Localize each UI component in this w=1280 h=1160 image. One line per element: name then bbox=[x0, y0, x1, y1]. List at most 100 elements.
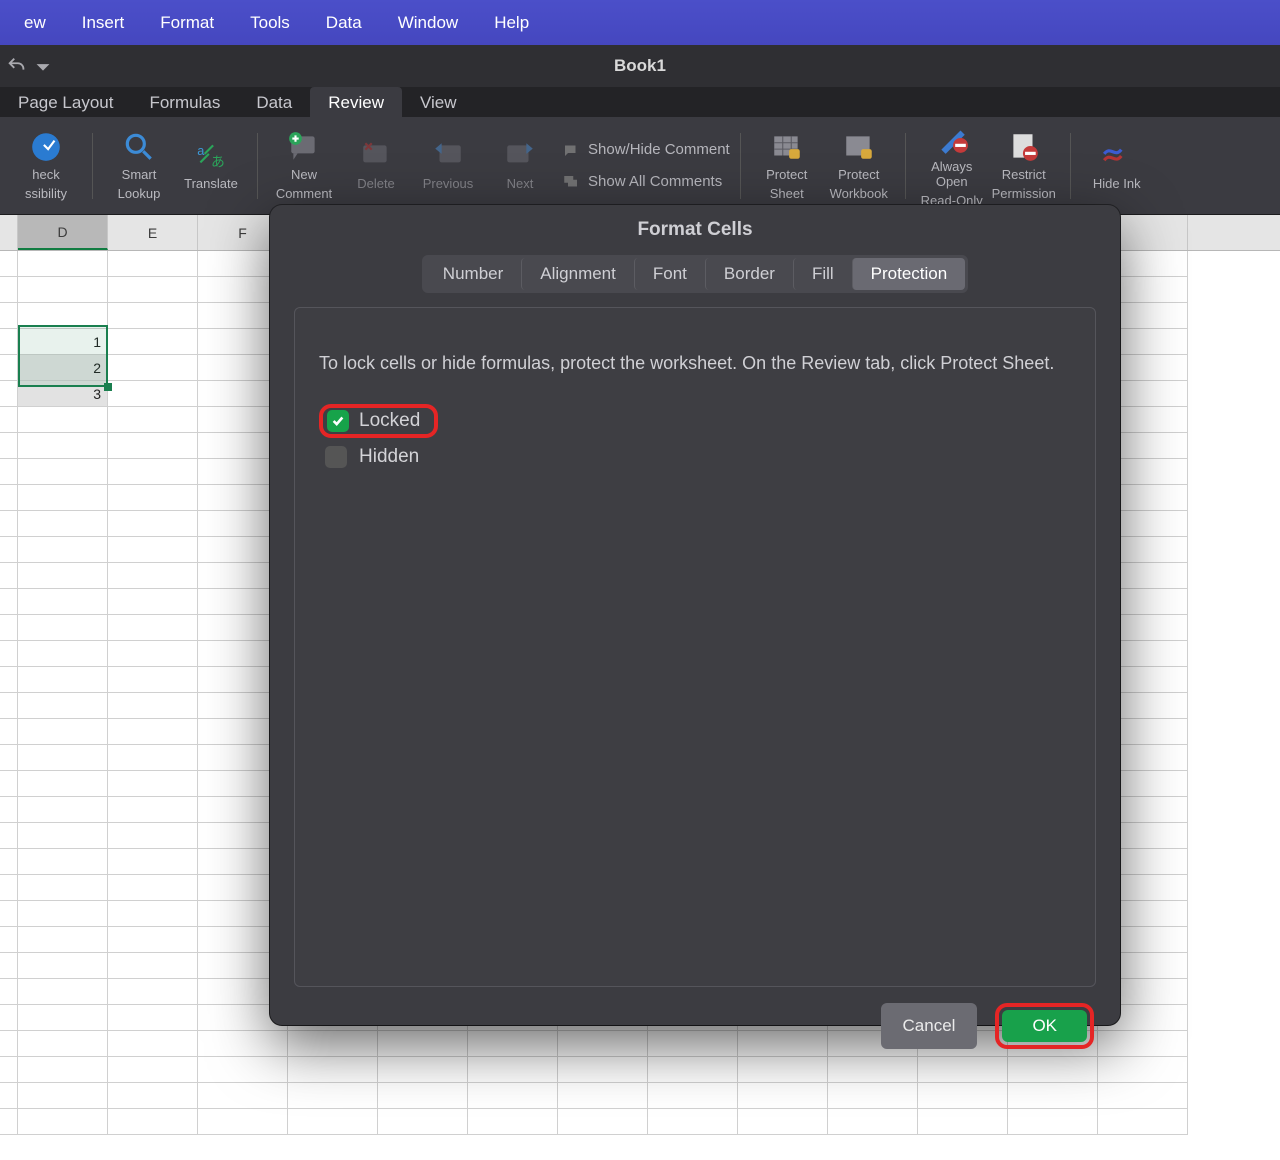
cell[interactable] bbox=[108, 1031, 198, 1057]
cell[interactable] bbox=[18, 303, 108, 329]
cell[interactable] bbox=[18, 1083, 108, 1109]
cell[interactable] bbox=[108, 797, 198, 823]
always-open-readonly-button[interactable]: Always OpenRead-Only bbox=[916, 122, 988, 209]
cell[interactable] bbox=[108, 667, 198, 693]
cell[interactable] bbox=[18, 797, 108, 823]
cell[interactable] bbox=[0, 433, 18, 459]
cell[interactable] bbox=[108, 355, 198, 381]
cell[interactable] bbox=[0, 511, 18, 537]
cell[interactable] bbox=[18, 1057, 108, 1083]
cell[interactable] bbox=[0, 1031, 18, 1057]
protect-workbook-button[interactable]: ProtectWorkbook bbox=[823, 130, 895, 202]
cell[interactable] bbox=[0, 381, 18, 407]
cell[interactable] bbox=[108, 745, 198, 771]
cell[interactable] bbox=[18, 667, 108, 693]
cell[interactable] bbox=[18, 589, 108, 615]
cell[interactable] bbox=[108, 1057, 198, 1083]
col-header-partial[interactable] bbox=[0, 215, 18, 250]
cell[interactable] bbox=[108, 433, 198, 459]
cell[interactable] bbox=[108, 953, 198, 979]
tab-alignment[interactable]: Alignment bbox=[521, 258, 634, 290]
cell[interactable] bbox=[108, 979, 198, 1005]
tab-page-layout[interactable]: Page Layout bbox=[0, 87, 131, 117]
cell[interactable] bbox=[288, 1109, 378, 1135]
tab-view[interactable]: View bbox=[402, 87, 475, 117]
show-all-comments-button[interactable]: Show All Comments bbox=[562, 169, 730, 195]
menu-help[interactable]: Help bbox=[476, 0, 547, 45]
cell[interactable] bbox=[18, 511, 108, 537]
cell[interactable] bbox=[18, 1031, 108, 1057]
hidden-checkbox[interactable] bbox=[325, 446, 347, 468]
cell[interactable] bbox=[18, 277, 108, 303]
cell[interactable] bbox=[468, 1083, 558, 1109]
cell[interactable] bbox=[18, 901, 108, 927]
cell[interactable] bbox=[0, 537, 18, 563]
cell[interactable] bbox=[0, 693, 18, 719]
cell[interactable] bbox=[378, 1109, 468, 1135]
cell[interactable] bbox=[0, 1057, 18, 1083]
previous-comment-button[interactable]: Previous bbox=[412, 139, 484, 192]
cell[interactable] bbox=[0, 823, 18, 849]
cell[interactable] bbox=[108, 771, 198, 797]
cell[interactable] bbox=[738, 1083, 828, 1109]
cell[interactable] bbox=[108, 381, 198, 407]
cell[interactable] bbox=[108, 485, 198, 511]
tab-fill[interactable]: Fill bbox=[793, 258, 852, 290]
cell[interactable] bbox=[18, 537, 108, 563]
cell[interactable] bbox=[558, 1083, 648, 1109]
cell[interactable] bbox=[1008, 1083, 1098, 1109]
menu-window[interactable]: Window bbox=[380, 0, 476, 45]
cell[interactable]: 3 bbox=[18, 381, 108, 407]
cell[interactable] bbox=[18, 563, 108, 589]
cell[interactable] bbox=[18, 641, 108, 667]
cell[interactable] bbox=[828, 1083, 918, 1109]
tab-formulas[interactable]: Formulas bbox=[131, 87, 238, 117]
selection-handle[interactable] bbox=[104, 383, 112, 391]
cell[interactable] bbox=[18, 1005, 108, 1031]
cell[interactable] bbox=[108, 511, 198, 537]
cell[interactable] bbox=[18, 693, 108, 719]
cell[interactable] bbox=[0, 901, 18, 927]
cell[interactable] bbox=[0, 771, 18, 797]
delete-comment-button[interactable]: Delete bbox=[340, 139, 412, 192]
cell[interactable] bbox=[18, 459, 108, 485]
cell[interactable] bbox=[108, 1109, 198, 1135]
cell[interactable] bbox=[108, 1005, 198, 1031]
tab-protection[interactable]: Protection bbox=[852, 258, 966, 290]
cell[interactable] bbox=[0, 875, 18, 901]
cell[interactable] bbox=[558, 1109, 648, 1135]
cell[interactable] bbox=[648, 1109, 738, 1135]
cell[interactable] bbox=[108, 641, 198, 667]
cell[interactable] bbox=[1008, 1109, 1098, 1135]
cell[interactable] bbox=[18, 615, 108, 641]
cell[interactable] bbox=[108, 849, 198, 875]
cell[interactable] bbox=[18, 1109, 108, 1135]
cell[interactable] bbox=[0, 1109, 18, 1135]
cell[interactable] bbox=[0, 485, 18, 511]
cell[interactable] bbox=[18, 745, 108, 771]
cell[interactable] bbox=[18, 849, 108, 875]
cell[interactable] bbox=[0, 1083, 18, 1109]
cell[interactable] bbox=[108, 459, 198, 485]
cell[interactable] bbox=[108, 875, 198, 901]
cell[interactable] bbox=[198, 1083, 288, 1109]
cell[interactable] bbox=[0, 615, 18, 641]
new-comment-button[interactable]: NewComment bbox=[268, 130, 340, 202]
menu-view-partial[interactable]: ew bbox=[6, 0, 64, 45]
cell[interactable] bbox=[108, 277, 198, 303]
cell[interactable] bbox=[198, 1109, 288, 1135]
cell[interactable] bbox=[0, 251, 18, 277]
cell[interactable] bbox=[108, 823, 198, 849]
cell[interactable] bbox=[0, 745, 18, 771]
col-header-d[interactable]: D bbox=[18, 215, 108, 250]
col-header-e[interactable]: E bbox=[108, 215, 198, 250]
qat-customize-icon[interactable] bbox=[32, 55, 54, 77]
check-accessibility-button[interactable]: heckssibility bbox=[10, 130, 82, 202]
cell[interactable] bbox=[108, 251, 198, 277]
cell[interactable] bbox=[18, 771, 108, 797]
ok-button[interactable]: OK bbox=[1002, 1010, 1087, 1042]
cell[interactable] bbox=[0, 797, 18, 823]
cell[interactable] bbox=[18, 485, 108, 511]
cell[interactable] bbox=[18, 953, 108, 979]
menu-tools[interactable]: Tools bbox=[232, 0, 308, 45]
